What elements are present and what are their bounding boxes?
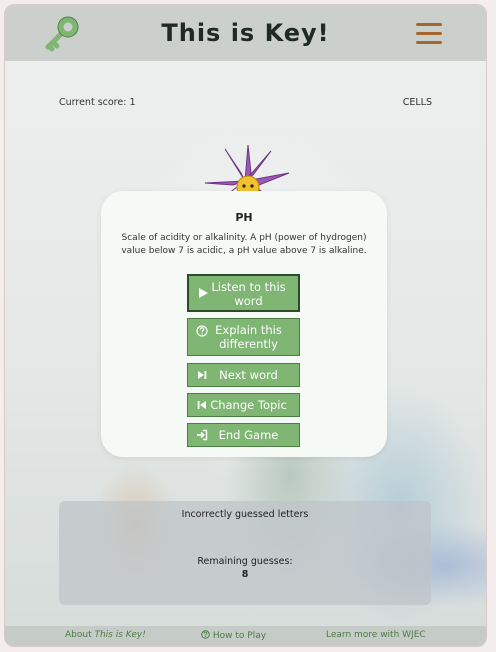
score-bar: Current score: 1 CELLS (59, 97, 432, 108)
word-definition: Scale of acidity or alkalinity. A pH (po… (121, 233, 367, 256)
how-to-play-label: How to Play (212, 631, 267, 641)
hamburger-menu-icon[interactable] (416, 23, 442, 45)
next-word-button[interactable]: Next word (187, 363, 300, 387)
skip-forward-icon (198, 371, 207, 379)
how-to-play-link[interactable]: How to Play (201, 630, 266, 641)
remaining-guesses-value: 8 (241, 569, 249, 580)
word-card: PH Scale of acidity or alkalinity. A pH … (101, 191, 387, 457)
about-link-prefix: About (65, 630, 95, 640)
change-topic-button[interactable]: Change Topic (187, 393, 300, 417)
explain-button[interactable]: Explain this differently (187, 318, 300, 356)
current-word: PH (235, 211, 253, 224)
end-game-button[interactable]: End Game (187, 423, 300, 447)
key-icon[interactable] (41, 15, 81, 55)
remaining-guesses-label: Remaining guesses: (197, 556, 293, 567)
incorrect-letters-label: Incorrectly guessed letters (181, 509, 309, 520)
sign-in-arrow-icon (197, 429, 208, 441)
skip-back-icon (197, 401, 206, 409)
app-frame: This is Key! Current score: 1 CELLS PH S… (4, 4, 487, 647)
header: This is Key! (5, 5, 486, 61)
current-score: Current score: 1 (59, 97, 136, 108)
guess-panel: Incorrectly guessed letters Remaining gu… (59, 501, 431, 605)
listen-button[interactable]: Listen to this word (187, 274, 300, 312)
footer: About This is Key! How to Play Learn mor… (5, 626, 486, 646)
about-link[interactable]: About This is Key! (65, 630, 146, 640)
learn-more-link[interactable]: Learn more with WJEC (326, 630, 426, 640)
question-circle-icon (196, 325, 208, 337)
app-title: This is Key! (161, 19, 330, 47)
question-circle-icon (201, 630, 210, 639)
play-icon (199, 288, 208, 298)
about-link-title: This is Key! (94, 630, 146, 640)
current-topic: CELLS (402, 97, 432, 108)
